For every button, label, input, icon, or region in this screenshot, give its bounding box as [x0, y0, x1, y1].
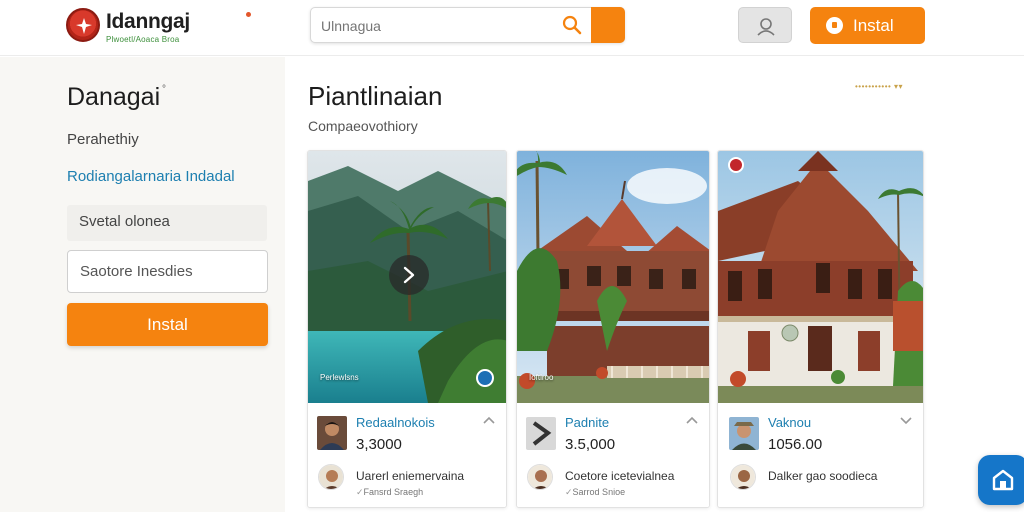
listing-info: Vaknou 1056.00 Dalker gao soodieca: [718, 403, 923, 507]
listing-card[interactable]: Perlewlsns Redaalnokois 3,3000 Uarerl en…: [307, 150, 507, 508]
listing-photo-house[interactable]: Ioftlroo: [517, 151, 709, 403]
sidebar: Danagai ° Perahethiy Rodiangalarnaria In…: [0, 57, 285, 512]
logo-title: Idanngaj: [106, 10, 190, 33]
help-chat-button[interactable]: [978, 455, 1024, 505]
listing-card[interactable]: Vaknou 1056.00 Dalker gao soodieca: [717, 150, 924, 508]
listing-description: Coetore icetevialnea: [565, 469, 675, 483]
home-icon: [992, 469, 1014, 491]
install-button-label: Instal: [853, 16, 894, 35]
photo-caption: Perlewlsns: [320, 373, 359, 382]
sidebar-item[interactable]: Perahethiy: [67, 131, 139, 148]
host-thumbnail: [317, 416, 347, 450]
listing-price: 3.5,000: [565, 436, 616, 453]
sidebar-field-label: Svetal olonea: [67, 205, 267, 241]
listing-price: 1056.00: [768, 436, 823, 453]
chat-bubble-icon: [826, 17, 843, 34]
search-icon[interactable]: [561, 14, 583, 36]
listing-info: Redaalnokois 3,3000 Uarerl eniemervaina …: [308, 403, 506, 507]
listing-name[interactable]: Redaalnokois: [356, 415, 435, 430]
chevron-down-icon[interactable]: [899, 415, 913, 425]
listing-info: Padnite 3.5,000 Coetore icetevialnea Sar…: [517, 403, 709, 507]
listing-photo-villa[interactable]: [718, 151, 923, 403]
avatar: [730, 464, 756, 490]
listing-name[interactable]: Padnite: [565, 415, 609, 430]
favorite-badge-icon[interactable]: [728, 157, 744, 173]
logo[interactable]: Idanngaj Plwoetl/Aoaca Broa: [66, 8, 251, 46]
chevron-up-icon[interactable]: [685, 415, 699, 425]
next-photo-button[interactable]: [389, 255, 429, 295]
chevron-up-icon[interactable]: [482, 415, 496, 425]
user-account-button[interactable]: [738, 7, 792, 43]
listing-name[interactable]: Vaknou: [768, 415, 811, 430]
search-bar: [310, 7, 625, 43]
avatar: [318, 464, 344, 490]
search-button[interactable]: [591, 7, 625, 43]
search-input[interactable]: [321, 16, 551, 36]
listing-meta: Fansrd Sraegh: [356, 487, 424, 498]
page-title: Piantlinaian: [308, 81, 443, 111]
photo-badge-icon[interactable]: [476, 369, 494, 387]
listing-card[interactable]: Ioftlroo Padnite 3.5,000 Coetore icetevi…: [516, 150, 710, 508]
avatar: [527, 464, 553, 490]
logo-subtitle: Plwoetl/Aoaca Broa: [106, 35, 180, 44]
top-bar: Idanngaj Plwoetl/Aoaca Broa Instal: [0, 0, 1024, 56]
sidebar-title: Danagai: [67, 83, 161, 111]
sort-menu[interactable]: ••••••••••• ▾▾: [855, 82, 903, 91]
user-icon: [757, 18, 775, 36]
sidebar-text-input[interactable]: [67, 250, 268, 293]
host-thumbnail: [729, 417, 759, 450]
chevron-right-icon: [403, 266, 415, 284]
sidebar-title-mark: °: [162, 84, 166, 95]
sidebar-install-button[interactable]: Instal: [67, 303, 268, 346]
listing-price: 3,3000: [356, 436, 402, 453]
listing-description: Uarerl eniemervaina: [356, 469, 465, 483]
listing-thumbnail: [526, 417, 556, 450]
page-subtitle: Compaeovothiory: [308, 118, 418, 134]
logo-emblem-icon: [66, 8, 100, 42]
sidebar-link[interactable]: Rodiangalarnaria Indadal: [67, 168, 235, 185]
listing-photo-lake[interactable]: Perlewlsns: [308, 151, 506, 403]
listing-description: Dalker gao soodieca: [768, 469, 878, 483]
listing-meta: Sarrod Snioe: [565, 487, 626, 498]
photo-caption: Ioftlroo: [529, 373, 554, 382]
logo-dot: [246, 12, 251, 17]
install-button[interactable]: Instal: [810, 7, 925, 44]
